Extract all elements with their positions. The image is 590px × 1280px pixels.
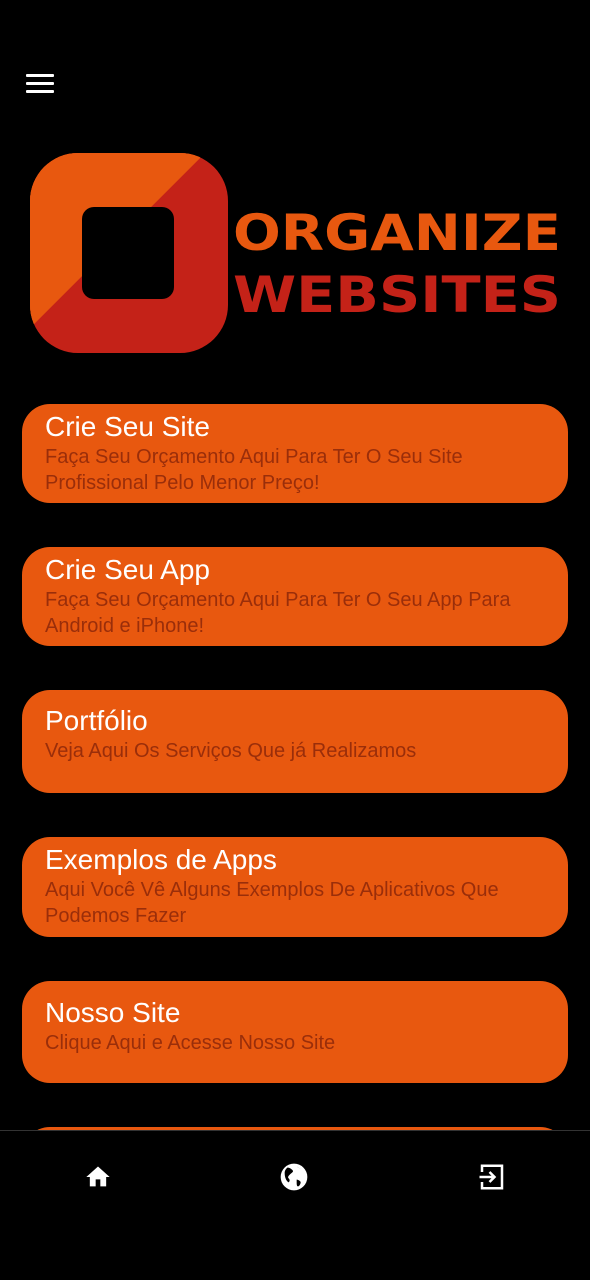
hamburger-menu-icon[interactable] (26, 74, 54, 96)
card-portfolio[interactable]: Portfólio Veja Aqui Os Serviços Que já R… (22, 690, 568, 793)
card-title: Nosso Site (45, 997, 181, 1028)
login-icon[interactable] (474, 1159, 510, 1195)
card-subtitle: Faça Seu Orçamento Aqui Para Ter O Seu A… (45, 589, 511, 637)
card-subtitle: Faça Seu Orçamento Aqui Para Ter O Seu S… (45, 446, 463, 494)
card-crie-seu-app[interactable]: Crie Seu App Faça Seu Orçamento Aqui Par… (22, 547, 568, 646)
card-nosso-site[interactable]: Nosso Site Clique Aqui e Acesse Nosso Si… (22, 981, 568, 1083)
home-icon[interactable] (80, 1159, 116, 1195)
logo-line1: ORGANIZE (233, 204, 561, 262)
logo-line2: WEBSITES (233, 266, 561, 324)
card-title: Crie Seu Site (45, 411, 210, 442)
bottom-nav (0, 1130, 590, 1280)
logo: ORGANIZE WEBSITES (30, 153, 561, 353)
card-subtitle: Veja Aqui Os Serviços Que já Realizamos (45, 740, 417, 762)
card-exemplos-de-apps[interactable]: Exemplos de Apps Aqui Você Vê Alguns Exe… (22, 837, 568, 937)
card-title: Crie Seu App (45, 554, 210, 585)
card-title: Portfólio (45, 705, 148, 736)
globe-icon[interactable] (276, 1159, 312, 1195)
card-subtitle: Aqui Você Vê Alguns Exemplos De Aplicati… (45, 879, 499, 927)
card-crie-seu-site[interactable]: Crie Seu Site Faça Seu Orçamento Aqui Pa… (22, 404, 568, 503)
card-subtitle: Clique Aqui e Acesse Nosso Site (45, 1032, 336, 1054)
card-title: Exemplos de Apps (45, 844, 277, 875)
